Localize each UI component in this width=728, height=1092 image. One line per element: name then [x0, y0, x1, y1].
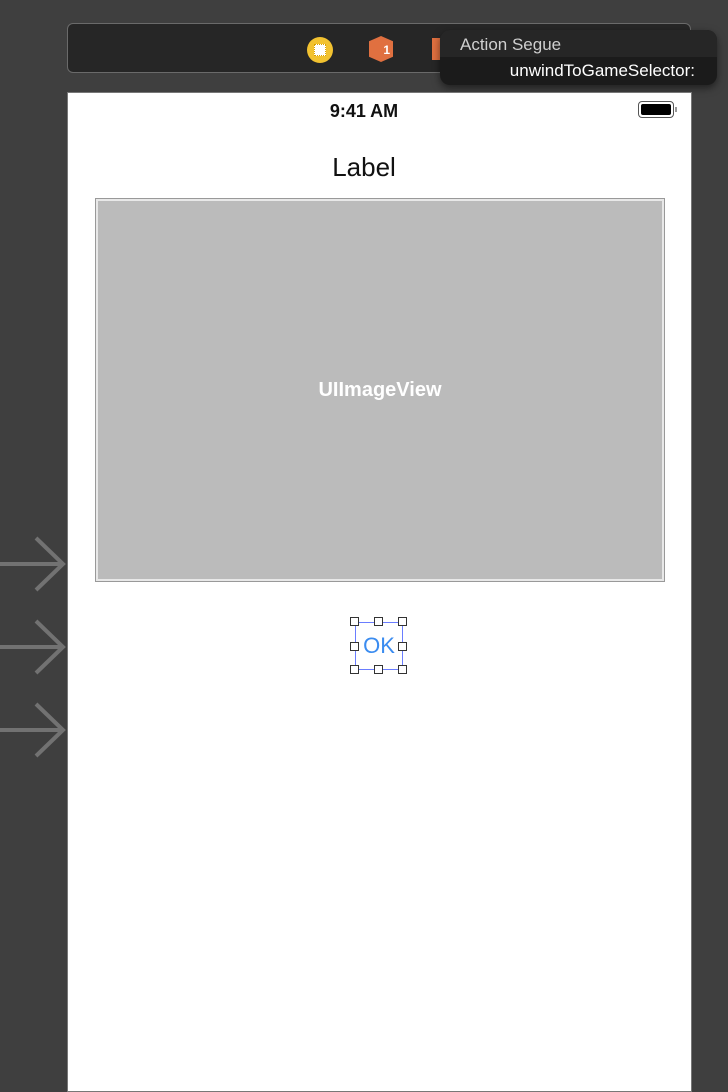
resize-handle[interactable] [398, 665, 407, 674]
resize-handle[interactable] [398, 617, 407, 626]
resize-handle[interactable] [350, 617, 359, 626]
menu-title: Action Segue [440, 30, 717, 57]
action-segue-menu: Action Segue unwindToGameSelector: [440, 30, 717, 85]
segue-arrow-icon [0, 619, 66, 675]
view-controller-icon[interactable] [307, 37, 333, 63]
status-bar-time: 9:41 AM [329, 101, 399, 121]
resize-handle[interactable] [398, 642, 407, 651]
image-view[interactable]: UIImageView [95, 198, 665, 582]
title-label[interactable]: Label [0, 152, 728, 183]
menu-item-unwind[interactable]: unwindToGameSelector: [440, 57, 717, 85]
first-responder-badge: 1 [383, 43, 390, 57]
resize-handle[interactable] [374, 665, 383, 674]
segue-arrows [0, 536, 66, 758]
resize-handle[interactable] [350, 642, 359, 651]
first-responder-icon[interactable]: 1 [369, 36, 393, 62]
segue-arrow-icon [0, 536, 66, 592]
ok-button[interactable]: OK [355, 622, 403, 670]
resize-handle[interactable] [374, 617, 383, 626]
image-view-placeholder: UIImageView [318, 378, 442, 401]
resize-handle[interactable] [350, 665, 359, 674]
battery-icon [638, 101, 677, 118]
segue-arrow-icon [0, 702, 66, 758]
